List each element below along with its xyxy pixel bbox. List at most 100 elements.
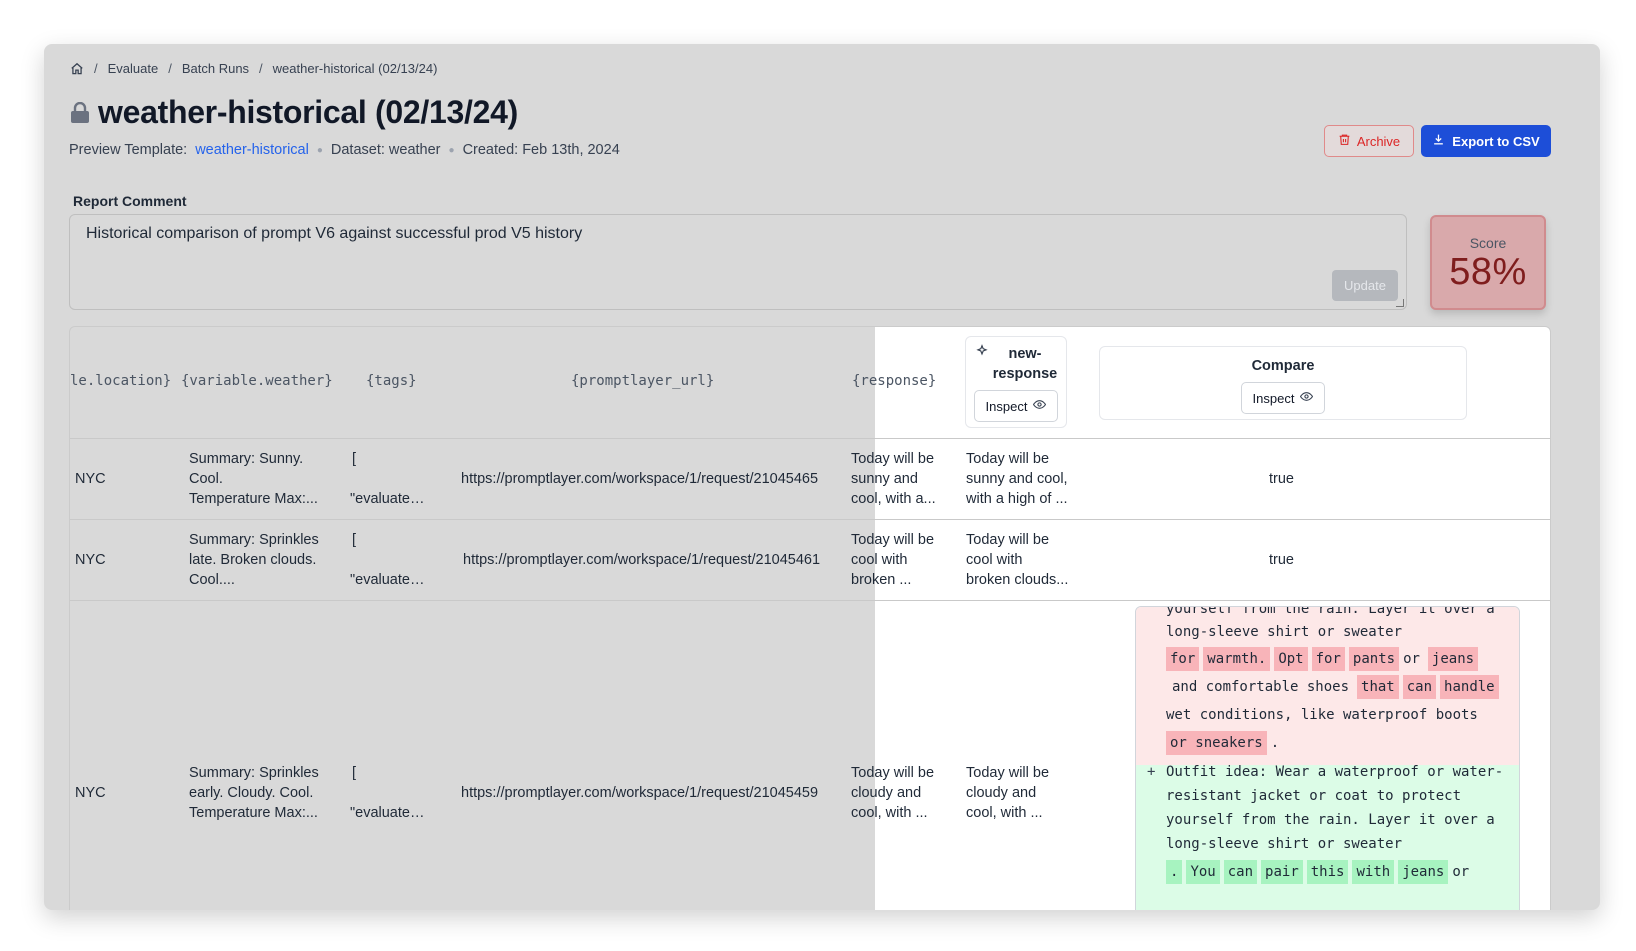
- lock-icon: [70, 101, 90, 124]
- column-header-tags: {tags}: [366, 373, 417, 389]
- row2-location: NYC: [75, 552, 106, 568]
- row1-tags-line: "evaluate…: [350, 491, 425, 507]
- row2-response-line: cool with: [851, 552, 908, 568]
- row1-location: NYC: [75, 471, 106, 487]
- inspect-button-compare[interactable]: Inspect: [1241, 382, 1325, 414]
- row3-new-response-line: cool, with ...: [966, 805, 1043, 821]
- row3-location: NYC: [75, 785, 106, 801]
- sparkles-icon: [975, 344, 989, 384]
- column-header-url: {promptlayer_url}: [571, 373, 715, 389]
- archive-label: Archive: [1356, 133, 1401, 149]
- dataset-label: Dataset: weather: [330, 142, 441, 158]
- row1-compare: true: [1269, 471, 1294, 487]
- compare-title: Compare: [1251, 358, 1315, 374]
- row3-new-response-line: Today will be: [966, 765, 1050, 781]
- export-label: Export to CSV: [1452, 133, 1540, 149]
- compare-diff-panel[interactable]: yourself from the rain. Layer it over a …: [1135, 606, 1520, 910]
- diff-plain-text: and comfortable shoes: [1172, 679, 1350, 695]
- eye-icon: [1033, 398, 1047, 414]
- row-divider: [70, 600, 1550, 601]
- new-response-header-card: new- response Inspect: [965, 336, 1067, 428]
- diff-added-line: resistant jacket or coat to protect: [1166, 788, 1462, 804]
- diff-plain-text: or: [1403, 651, 1420, 667]
- diff-plain-text: .: [1270, 735, 1280, 751]
- row3-response: Today will be cloudy and cool, with ...: [851, 763, 934, 823]
- row1-tags-line: [: [352, 451, 357, 467]
- breadcrumb-separator: /: [259, 61, 263, 76]
- diff-added-token: jeans: [1398, 860, 1449, 884]
- row2-tags-line: [: [352, 532, 357, 548]
- breadcrumb-separator: /: [168, 61, 172, 76]
- diff-removed-token: or sneakers: [1166, 731, 1267, 755]
- diff-removed-token: for: [1311, 647, 1345, 671]
- diff-removed-line: long-sleeve shirt or sweater: [1166, 624, 1403, 640]
- row3-new-response-line: cloudy and: [966, 785, 1037, 801]
- home-icon[interactable]: [70, 62, 84, 76]
- diff-removed-line-3: for warmth. Opt for pants or jeans: [1166, 647, 1482, 671]
- row3-response-line: Today will be: [851, 765, 935, 781]
- page-meta: Preview Template: weather-historical ● D…: [69, 142, 620, 158]
- row1-weather-line: Temperature Max:...: [189, 491, 318, 507]
- resize-handle[interactable]: [1396, 299, 1404, 307]
- row1-response-line: cool, with a...: [851, 491, 936, 507]
- column-header-response: {response}: [852, 373, 937, 389]
- results-table: le.location} {variable.weather} {tags} {…: [69, 326, 1551, 910]
- inspect-button-new-response[interactable]: Inspect: [974, 390, 1058, 422]
- row2-new-response: Today will be cool with broken clouds...: [966, 530, 1068, 590]
- row1-tags: [ "evaluate…: [350, 449, 424, 509]
- diff-plain-text: or: [1452, 864, 1470, 880]
- diff-added-marker: +: [1147, 764, 1156, 780]
- row2-weather-line: Cool....: [189, 572, 235, 588]
- row2-tags-line: "evaluate…: [350, 572, 425, 588]
- breadcrumb-separator: /: [94, 61, 98, 76]
- export-csv-button[interactable]: Export to CSV: [1421, 125, 1551, 157]
- row3-new-response: Today will be cloudy and cool, with ...: [966, 763, 1049, 823]
- diff-removed-token: can: [1402, 675, 1437, 699]
- diff-added-line: Outfit idea: Wear a waterproof or water-: [1166, 764, 1504, 780]
- template-link[interactable]: weather-historical: [195, 142, 309, 158]
- row3-tags-line: [: [352, 765, 357, 781]
- column-header-weather: {variable.weather}: [181, 373, 333, 389]
- diff-removed-token: pants: [1348, 647, 1400, 671]
- row2-response-line: Today will be: [851, 532, 935, 548]
- breadcrumb-evaluate[interactable]: Evaluate: [108, 61, 159, 76]
- report-comment-textarea[interactable]: Historical comparison of prompt V6 again…: [69, 214, 1407, 310]
- row-divider: [70, 519, 1550, 520]
- download-icon: [1432, 133, 1445, 149]
- row2-response-line: broken ...: [851, 572, 912, 588]
- row1-new-response-line: Today will be: [966, 451, 1050, 467]
- score-label: Score: [1469, 235, 1507, 251]
- score-card: Score 58%: [1430, 215, 1546, 310]
- diff-added-line: yourself from the rain. Layer it over a: [1166, 812, 1495, 828]
- row3-tags: [ "evaluate…: [350, 763, 424, 823]
- report-comment-label: Report Comment: [73, 193, 187, 209]
- row2-tags: [ "evaluate…: [350, 530, 424, 590]
- template-label: Preview Template:: [69, 142, 188, 158]
- row2-compare: true: [1269, 552, 1294, 568]
- report-comment-text: Historical comparison of prompt V6 again…: [86, 225, 583, 242]
- row1-weather: Summary: Sunny. Cool. Temperature Max:..…: [189, 449, 318, 509]
- row3-tags-line: "evaluate…: [350, 805, 425, 821]
- update-button[interactable]: Update: [1332, 270, 1398, 301]
- row1-url[interactable]: https://promptlayer.com/workspace/1/requ…: [461, 469, 818, 489]
- new-response-title: new- response: [966, 344, 1066, 384]
- title-row: weather-historical (02/13/24): [70, 94, 518, 131]
- app-frame: / Evaluate / Batch Runs / weather-histor…: [44, 44, 1600, 910]
- diff-added-token: this: [1306, 860, 1349, 884]
- diff-removed-token: handle: [1440, 675, 1499, 699]
- row2-response: Today will be cool with broken ...: [851, 530, 934, 590]
- row-divider: [70, 438, 1550, 439]
- breadcrumb-batch-runs[interactable]: Batch Runs: [182, 61, 249, 76]
- archive-button[interactable]: Archive: [1324, 125, 1414, 157]
- row3-weather-line: early. Cloudy. Cool.: [189, 785, 314, 801]
- row3-url[interactable]: https://promptlayer.com/workspace/1/requ…: [461, 783, 818, 803]
- score-value: 58%: [1449, 251, 1527, 293]
- diff-added-token: can: [1223, 860, 1258, 884]
- trash-icon: [1338, 133, 1351, 149]
- row3-weather-line: Temperature Max:...: [189, 805, 318, 821]
- diff-removed-token: jeans: [1427, 647, 1479, 671]
- row2-url[interactable]: https://promptlayer.com/workspace/1/requ…: [463, 550, 820, 570]
- diff-added-line-5: . You can pair this with jeans or: [1166, 860, 1470, 884]
- diff-removed-line: yourself from the rain. Layer it over a: [1166, 606, 1495, 617]
- breadcrumb-current: weather-historical (02/13/24): [272, 61, 438, 76]
